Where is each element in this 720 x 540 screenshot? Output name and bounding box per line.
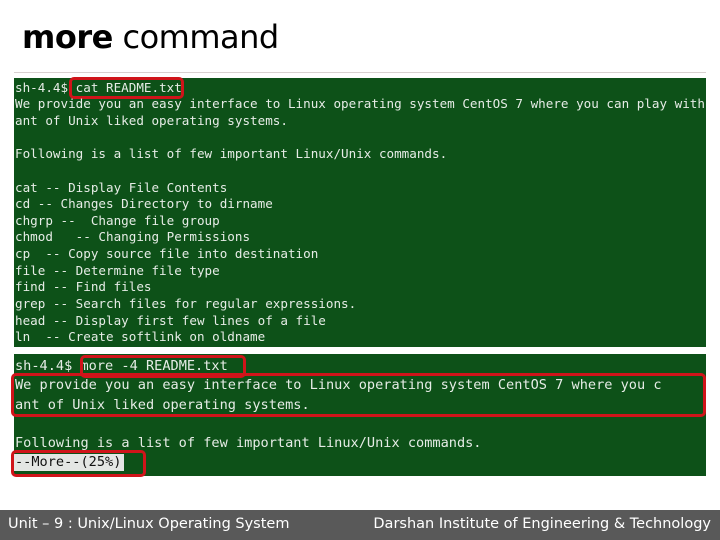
terminal-more-output: sh-4.4$ more -4 README.txt We provide yo… bbox=[11, 354, 706, 477]
output-line: ant of Unix liked operating systems. bbox=[15, 113, 288, 128]
output-line: cd -- Changes Directory to dirname bbox=[15, 196, 273, 211]
title-rest: command bbox=[112, 18, 279, 56]
output-line: find -- Find files bbox=[15, 279, 152, 294]
more-prompt-highlight-box bbox=[11, 450, 146, 477]
output-line: chmod -- Changing Permissions bbox=[15, 229, 251, 244]
title-bold: more bbox=[22, 18, 113, 56]
output-highlight-box bbox=[11, 373, 706, 417]
shell-prompt: sh-4.4$ bbox=[15, 358, 81, 374]
slide-title: more command bbox=[22, 18, 279, 56]
output-line: We provide you an easy interface to Linu… bbox=[15, 96, 705, 111]
output-line: file -- Determine file type bbox=[15, 263, 220, 278]
output-line: Following is a list of few important Lin… bbox=[15, 146, 448, 161]
output-line: cat -- Display File Contents bbox=[15, 180, 228, 195]
title-divider bbox=[14, 72, 706, 73]
footer-bar: Unit – 9 : Unix/Linux Operating System D… bbox=[0, 510, 720, 540]
output-line: grep -- Search files for regular express… bbox=[15, 296, 357, 311]
output-line: ln -- Create softlink on oldname bbox=[15, 329, 266, 344]
output-line: cp -- Copy source file into destination bbox=[15, 246, 319, 261]
terminal-cat-output: sh-4.4$ cat README.txt We provide you an… bbox=[14, 77, 706, 347]
output-line: head -- Display first few lines of a fil… bbox=[15, 313, 326, 328]
footer-unit-label: Unit – 9 : Unix/Linux Operating System bbox=[8, 516, 290, 532]
footer-institute-label: Darshan Institute of Engineering & Techn… bbox=[373, 516, 711, 532]
shell-prompt: sh-4.4$ bbox=[15, 80, 76, 95]
output-line: chgrp -- Change file group bbox=[15, 213, 220, 228]
